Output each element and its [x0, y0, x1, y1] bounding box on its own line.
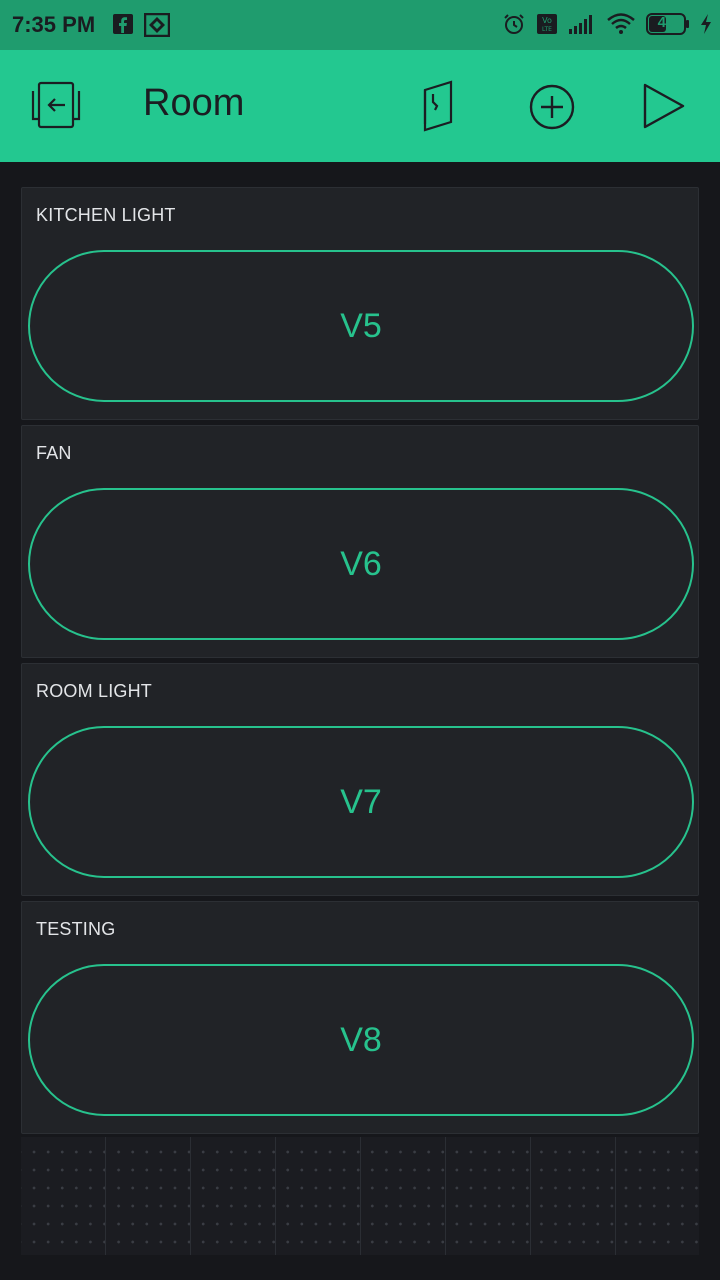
widget-label: KITCHEN LIGHT	[36, 205, 176, 225]
alarm-icon	[504, 14, 524, 34]
back-exit-icon[interactable]	[30, 81, 82, 129]
wifi-icon	[607, 13, 635, 34]
status-time: 7:35 PM	[12, 12, 96, 37]
play-icon[interactable]	[640, 82, 686, 130]
widget-label: TESTING	[36, 919, 116, 939]
grid-divider	[360, 1137, 361, 1255]
grid-divider	[275, 1137, 276, 1255]
button-pin-label: V5	[340, 306, 382, 345]
status-left-icons	[112, 13, 170, 37]
grid-divider	[615, 1137, 616, 1255]
grid-divider	[105, 1137, 106, 1255]
grid-divider	[530, 1137, 531, 1255]
svg-text:LTE: LTE	[542, 26, 552, 33]
fan-button[interactable]: V6	[28, 488, 694, 640]
door-icon[interactable]	[419, 80, 457, 132]
widget-fan: FAN V6	[21, 425, 699, 658]
app-bar	[0, 50, 720, 162]
grid-divider	[190, 1137, 191, 1255]
status-right-icons: Vo LTE 40	[502, 12, 712, 36]
add-circle-icon[interactable]	[528, 83, 576, 131]
widget-room-light: ROOM LIGHT V7	[21, 663, 699, 896]
widget-testing: TESTING V8	[21, 901, 699, 1134]
grid-divider	[445, 1137, 446, 1255]
widget-label: FAN	[36, 443, 72, 463]
app-notification-icon	[144, 13, 170, 37]
testing-button[interactable]: V8	[28, 964, 694, 1116]
volte-icon: Vo LTE	[537, 14, 557, 34]
room-light-button[interactable]: V7	[28, 726, 694, 878]
battery-level: 40	[657, 14, 675, 31]
kitchen-light-button[interactable]: V5	[28, 250, 694, 402]
button-pin-label: V8	[340, 1020, 382, 1059]
button-pin-label: V7	[340, 782, 382, 821]
widget-label: ROOM LIGHT	[36, 681, 153, 701]
svg-text:Vo: Vo	[542, 16, 552, 25]
dashboard-canvas: KITCHEN LIGHT V5 FAN V6 ROOM LIGHT V7 TE…	[0, 162, 720, 1280]
widget-kitchen-light: KITCHEN LIGHT V5	[21, 187, 699, 420]
battery-icon: 40	[646, 13, 690, 35]
facebook-icon	[113, 14, 133, 34]
charging-icon	[701, 14, 711, 34]
button-pin-label: V6	[340, 544, 382, 583]
signal-icon	[569, 15, 592, 34]
empty-widget-grid[interactable]	[21, 1137, 699, 1255]
page-title: Room	[143, 82, 245, 124]
status-bar: 7:35 PM Vo LTE 40	[0, 0, 720, 50]
